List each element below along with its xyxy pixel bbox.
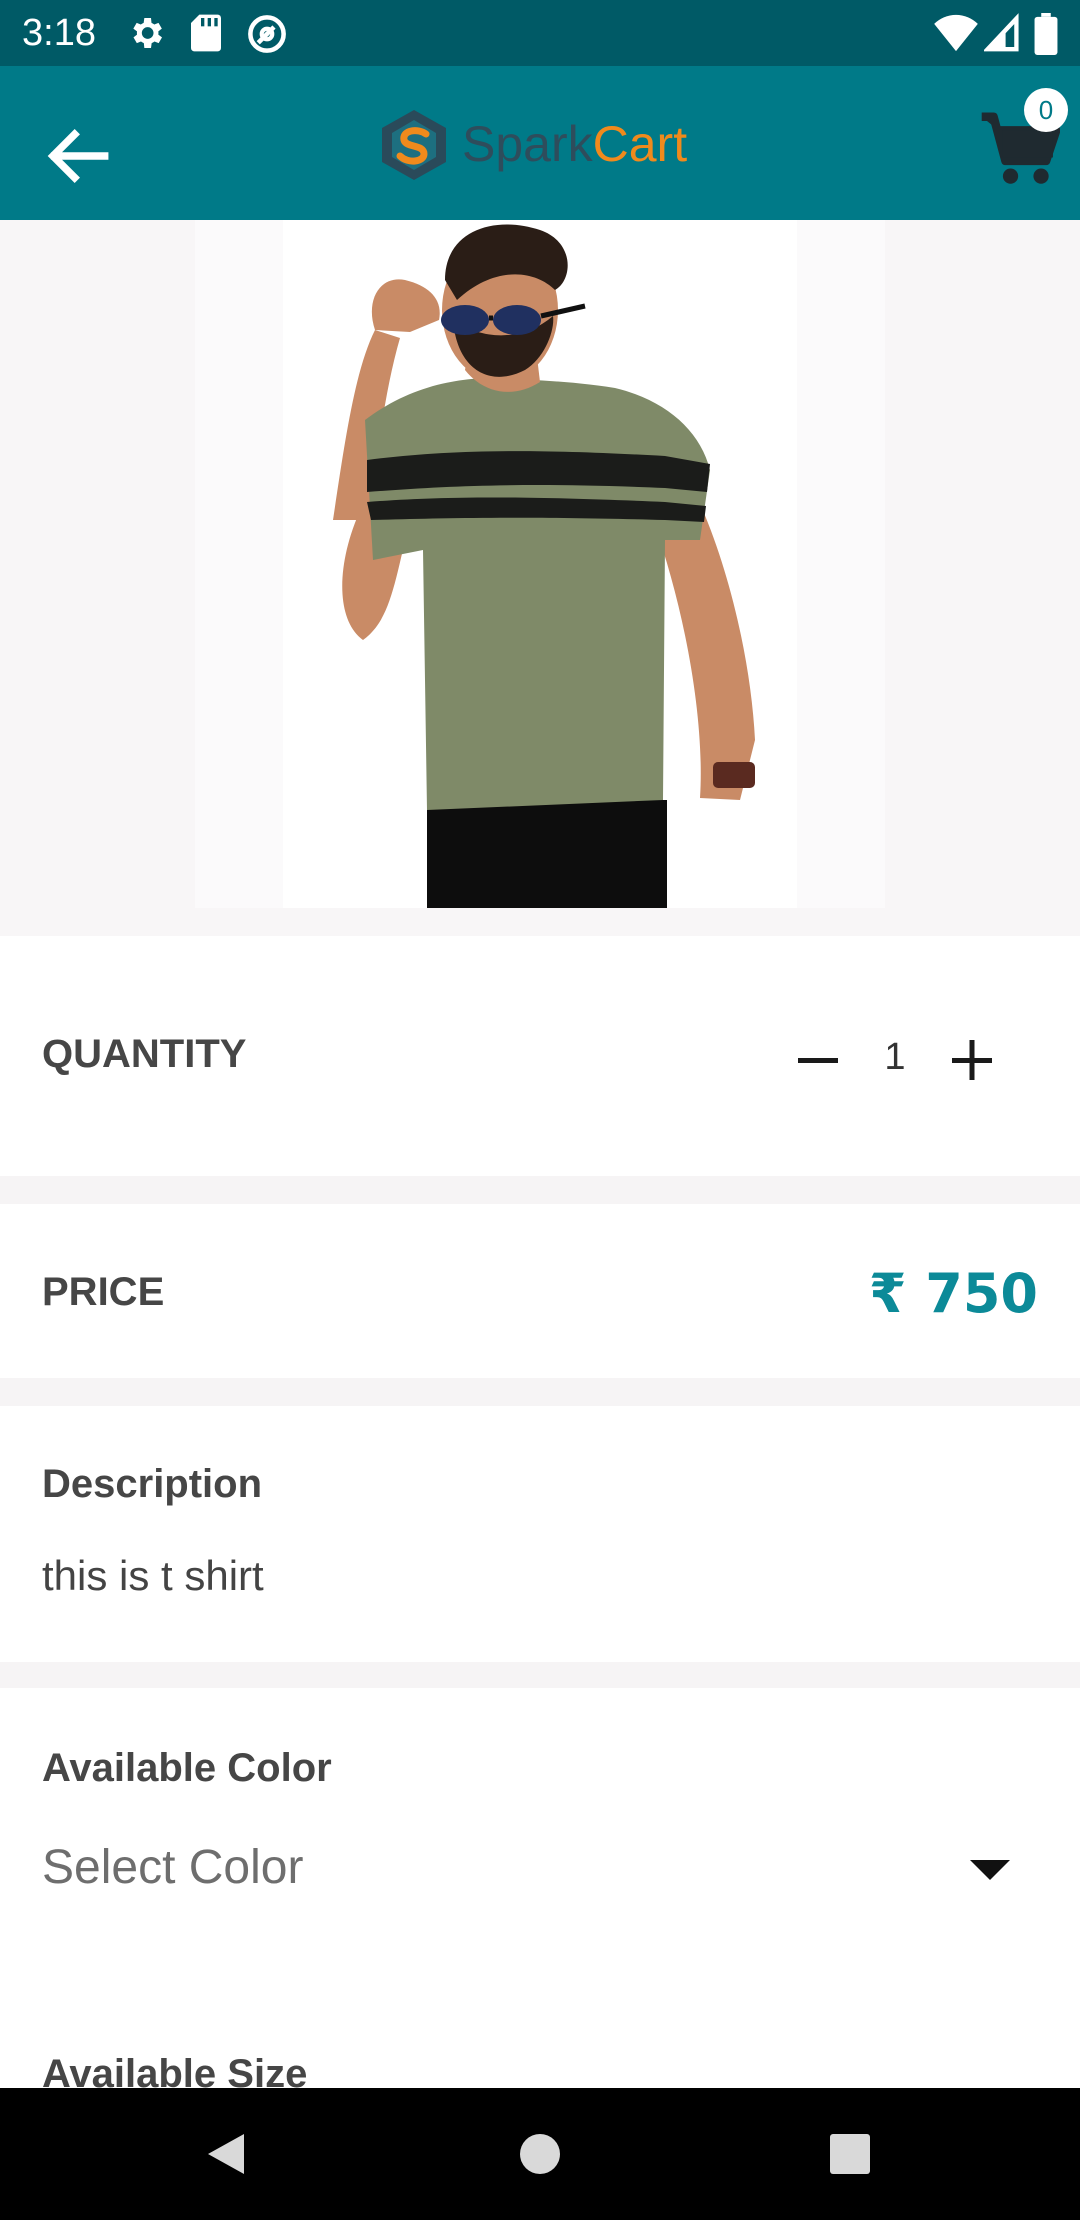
price-card: PRICE ₹ 750 xyxy=(0,1204,1080,1378)
quantity-card: QUANTITY 1 xyxy=(0,936,1080,1176)
increase-quantity-button[interactable] xyxy=(944,1032,1000,1088)
available-color-heading: Available Color xyxy=(42,1746,332,1790)
cellular-signal-icon xyxy=(984,13,1019,52)
app-bar: SparkCart 0 xyxy=(0,66,1080,220)
color-card: Available Color Select Color xyxy=(0,1688,1080,2088)
battery-icon xyxy=(1034,13,1058,55)
logo-text-spark: Spark xyxy=(462,116,593,172)
description-card: Description this is t shirt xyxy=(0,1406,1080,1662)
logo-text: SparkCart xyxy=(462,114,687,174)
at-sign-icon xyxy=(248,15,286,53)
status-bar: 3:18 xyxy=(0,0,1080,66)
product-detail-screen: 3:18 SparkCart 0 QUANTITY 1 PRICE ₹ 750 … xyxy=(0,0,1080,2220)
quantity-value: 1 xyxy=(884,1036,906,1078)
app-logo: SparkCart xyxy=(378,104,687,184)
sparkcart-logo-icon xyxy=(382,110,446,180)
sd-card-icon xyxy=(191,14,221,52)
settings-icon xyxy=(133,18,162,48)
description-heading: Description xyxy=(42,1462,263,1506)
decrease-quantity-button[interactable] xyxy=(790,1032,846,1088)
product-image[interactable] xyxy=(195,220,885,908)
color-select-value: Select Color xyxy=(42,1841,304,1894)
quantity-label: QUANTITY xyxy=(42,1032,247,1076)
color-select-dropdown[interactable]: Select Color xyxy=(0,1828,1080,1908)
back-arrow-icon[interactable] xyxy=(38,116,118,196)
system-nav-bar xyxy=(0,2088,1080,2220)
price-value: ₹ 750 xyxy=(868,1262,1038,1325)
nav-recents-icon[interactable] xyxy=(820,2124,880,2184)
wifi-icon xyxy=(934,14,978,52)
description-text: this is t shirt xyxy=(42,1552,264,1599)
product-image-area xyxy=(0,220,1080,936)
cart-count-badge: 0 xyxy=(1024,88,1068,132)
nav-home-icon[interactable] xyxy=(510,2124,570,2184)
logo-text-cart: Cart xyxy=(592,116,688,172)
dropdown-arrow-icon xyxy=(970,1860,1010,1880)
nav-back-icon[interactable] xyxy=(196,2124,256,2184)
status-time: 3:18 xyxy=(22,12,96,54)
price-label: PRICE xyxy=(42,1270,165,1314)
